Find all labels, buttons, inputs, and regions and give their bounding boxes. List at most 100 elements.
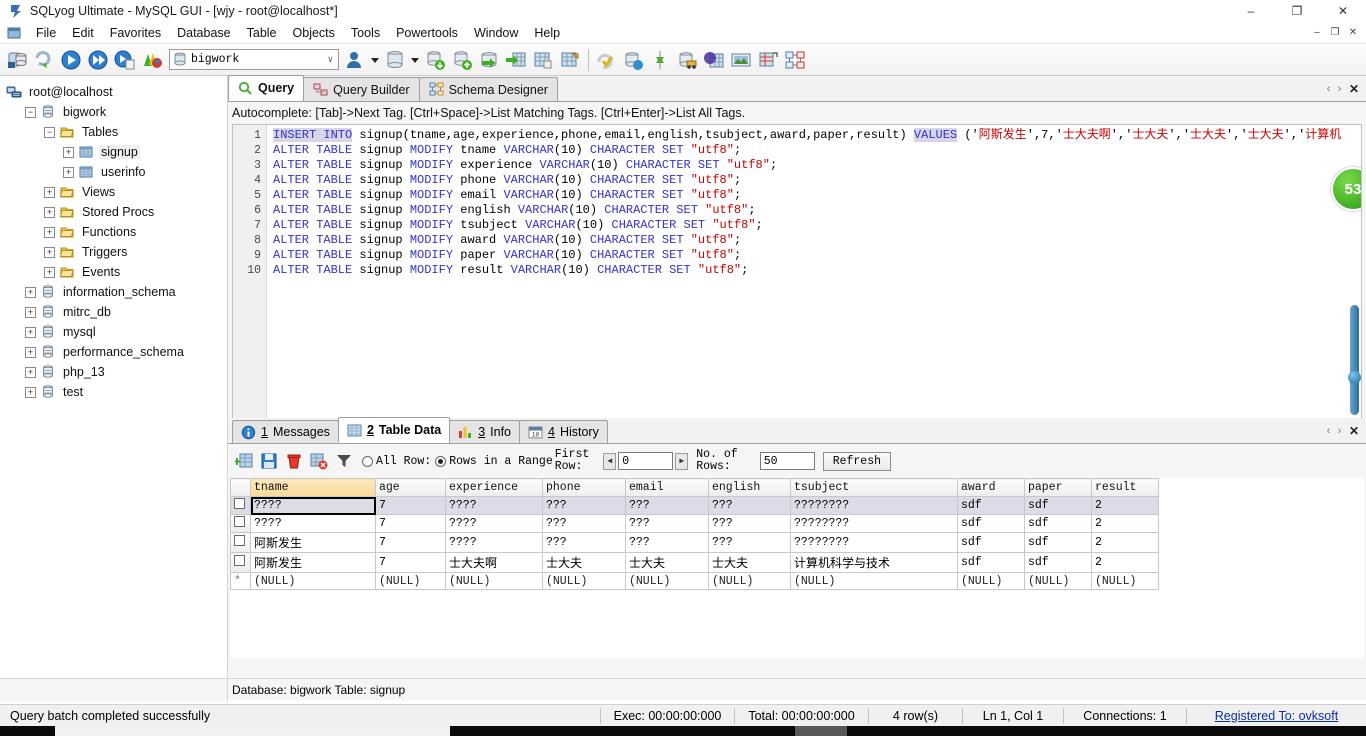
cell-phone[interactable]: ??? — [542, 496, 626, 515]
cell-email[interactable]: 士大夫 — [625, 552, 709, 573]
cell-tsubject[interactable]: 计算机科学与技术 — [790, 552, 958, 573]
close-tab-icon[interactable]: ✕ — [1346, 82, 1362, 96]
save-changes-icon[interactable] — [258, 450, 280, 472]
cell-paper[interactable]: sdf — [1024, 514, 1092, 533]
result-tab-info[interactable]: 3 Info — [449, 420, 520, 443]
menu-item-table[interactable]: Table — [239, 22, 285, 44]
user-manager-icon[interactable] — [342, 47, 368, 73]
sql-line[interactable]: ALTER TABLE signup MODIFY experience VAR… — [273, 158, 1361, 173]
cell-award[interactable]: sdf — [957, 552, 1025, 573]
cell-tsubject[interactable]: ???????? — [790, 514, 958, 533]
cell-tsubject[interactable]: ???????? — [790, 496, 958, 515]
restore-database-icon[interactable] — [449, 47, 475, 73]
new-row-cell-english[interactable]: (NULL) — [708, 572, 791, 590]
sql-editor[interactable]: 1 2 3 4 5 6 7 8 9 10 INSERT INTO signup(tname,age… — [232, 124, 1362, 464]
cell-age[interactable]: 7 — [375, 514, 446, 533]
table-row[interactable]: ???? 7????????????????????? sdf sdf 2 — [230, 496, 1159, 515]
no-of-rows-input[interactable]: 50 — [759, 452, 815, 470]
tree-node-userinfo[interactable]: + userinfo — [0, 162, 227, 182]
tree-node-triggers[interactable]: + Triggers — [0, 242, 227, 262]
tree-expander-icon[interactable]: + — [25, 306, 36, 318]
cell-english[interactable]: 士大夫 — [708, 552, 791, 573]
tree-expander-icon[interactable]: + — [25, 386, 36, 398]
tree-expander-icon[interactable]: + — [25, 286, 36, 298]
cell-phone[interactable]: ??? — [542, 532, 626, 553]
cell-tname[interactable]: ???? — [250, 496, 376, 515]
cell-experience[interactable]: 士大夫啊 — [445, 552, 543, 573]
result-tab-scroll-left-icon[interactable]: ‹ — [1324, 425, 1333, 437]
tree-expander-icon[interactable]: + — [44, 186, 55, 198]
checkbox-icon[interactable] — [234, 555, 245, 566]
execute-all-queries-icon[interactable] — [85, 47, 111, 73]
cell-award[interactable]: sdf — [957, 532, 1025, 553]
stop-execution-icon[interactable] — [139, 47, 165, 73]
cell-paper[interactable]: sdf — [1024, 532, 1092, 553]
new-row-cell-tsubject[interactable]: (NULL) — [790, 572, 958, 590]
cell-english[interactable]: ??? — [708, 532, 791, 553]
tree-node-information-schema[interactable]: + information_schema — [0, 282, 227, 302]
radio-range-rows-icon[interactable] — [435, 455, 447, 467]
row-selector-checkbox[interactable] — [230, 532, 251, 553]
backup-database-icon[interactable] — [422, 47, 448, 73]
execute-query-and-export-icon[interactable] — [112, 47, 138, 73]
new-row-cell-award[interactable]: (NULL) — [957, 572, 1025, 590]
new-row-cell-experience[interactable]: (NULL) — [445, 572, 543, 590]
new-row-cell-result[interactable]: (NULL) — [1091, 572, 1159, 590]
tree-expander-icon[interactable]: + — [25, 346, 36, 358]
cell-phone[interactable]: 士大夫 — [542, 552, 626, 573]
cell-tname[interactable]: 阿斯发生 — [250, 532, 376, 553]
checkbox-icon[interactable] — [234, 535, 245, 546]
execute-query-icon[interactable] — [58, 47, 84, 73]
scheduler-icon[interactable] — [782, 47, 808, 73]
new-row-cell-paper[interactable]: (NULL) — [1024, 572, 1092, 590]
checkbox-icon[interactable] — [234, 498, 245, 509]
column-header-age[interactable]: age — [375, 478, 446, 497]
column-header-phone[interactable]: phone — [542, 478, 626, 497]
menu-item-help[interactable]: Help — [526, 22, 568, 44]
database-combo[interactable]: bigwork ∨ — [169, 49, 339, 70]
cell-tname[interactable]: ???? — [250, 514, 376, 533]
sql-line[interactable]: ALTER TABLE signup MODIFY email VARCHAR(… — [273, 188, 1361, 203]
first-row-increment-button[interactable]: ▶ — [675, 452, 689, 470]
scrollbar-thumb[interactable] — [1348, 305, 1361, 415]
table-diagnostics-icon[interactable] — [530, 47, 556, 73]
refresh-button[interactable]: Refresh — [822, 451, 891, 471]
tree-node-performance-schema[interactable]: + performance_schema — [0, 342, 227, 362]
cell-result[interactable]: 2 — [1091, 514, 1159, 533]
tab-query-builder[interactable]: Query Builder — [303, 77, 420, 101]
new-row[interactable]: * (NULL) (NULL) (NULL) (NULL) (NULL) (NULL) (NU… — [230, 572, 1159, 590]
filter-icon[interactable] — [333, 450, 355, 472]
status-registration-link[interactable]: Registered To: ovksoft — [1187, 705, 1366, 727]
cell-english[interactable]: ??? — [708, 496, 791, 515]
menu-item-powertools[interactable]: Powertools — [388, 22, 466, 44]
cell-experience[interactable]: ???? — [445, 496, 543, 515]
close-button[interactable]: ✕ — [1320, 0, 1366, 22]
column-header-experience[interactable]: experience — [445, 478, 543, 497]
cell-age[interactable]: 7 — [375, 532, 446, 553]
table-row[interactable]: ???? 7????????????????????? sdf sdf 2 — [230, 514, 1159, 533]
object-browser-panel[interactable]: root@localhost − bigwork − Tables + signup + use… — [0, 76, 228, 680]
tree-node-tables[interactable]: − Tables — [0, 122, 227, 142]
tree-node-test[interactable]: + test — [0, 382, 227, 402]
mdi-restore-button[interactable]: ❐ — [1326, 25, 1344, 41]
cell-email[interactable]: ??? — [625, 496, 709, 515]
sql-line[interactable]: ALTER TABLE signup MODIFY tname VARCHAR(… — [273, 143, 1361, 158]
tree-expander-icon[interactable]: − — [25, 106, 36, 118]
new-row-cell-phone[interactable]: (NULL) — [542, 572, 626, 590]
menu-item-favorites[interactable]: Favorites — [102, 22, 169, 44]
tree-node-mitrc-db[interactable]: + mitrc_db — [0, 302, 227, 322]
cell-paper[interactable]: sdf — [1024, 496, 1092, 515]
all-rows-radio[interactable]: All Row: — [362, 455, 431, 468]
cell-result[interactable]: 2 — [1091, 552, 1159, 573]
first-row-input[interactable]: 0 — [618, 452, 674, 470]
delete-row-icon[interactable] — [283, 450, 305, 472]
tree-node-bigwork[interactable]: − bigwork — [0, 102, 227, 122]
sql-line[interactable]: ALTER TABLE signup MODIFY result VARCHAR… — [273, 263, 1361, 278]
notes-icon[interactable] — [728, 47, 754, 73]
schema-designer-icon[interactable] — [755, 47, 781, 73]
cell-award[interactable]: sdf — [957, 496, 1025, 515]
dropdown-arrow-icon[interactable] — [409, 47, 421, 73]
tree-node-stored-procs[interactable]: + Stored Procs — [0, 202, 227, 222]
cell-paper[interactable]: sdf — [1024, 552, 1092, 573]
sql-line[interactable]: ALTER TABLE signup MODIFY phone VARCHAR(… — [273, 173, 1361, 188]
